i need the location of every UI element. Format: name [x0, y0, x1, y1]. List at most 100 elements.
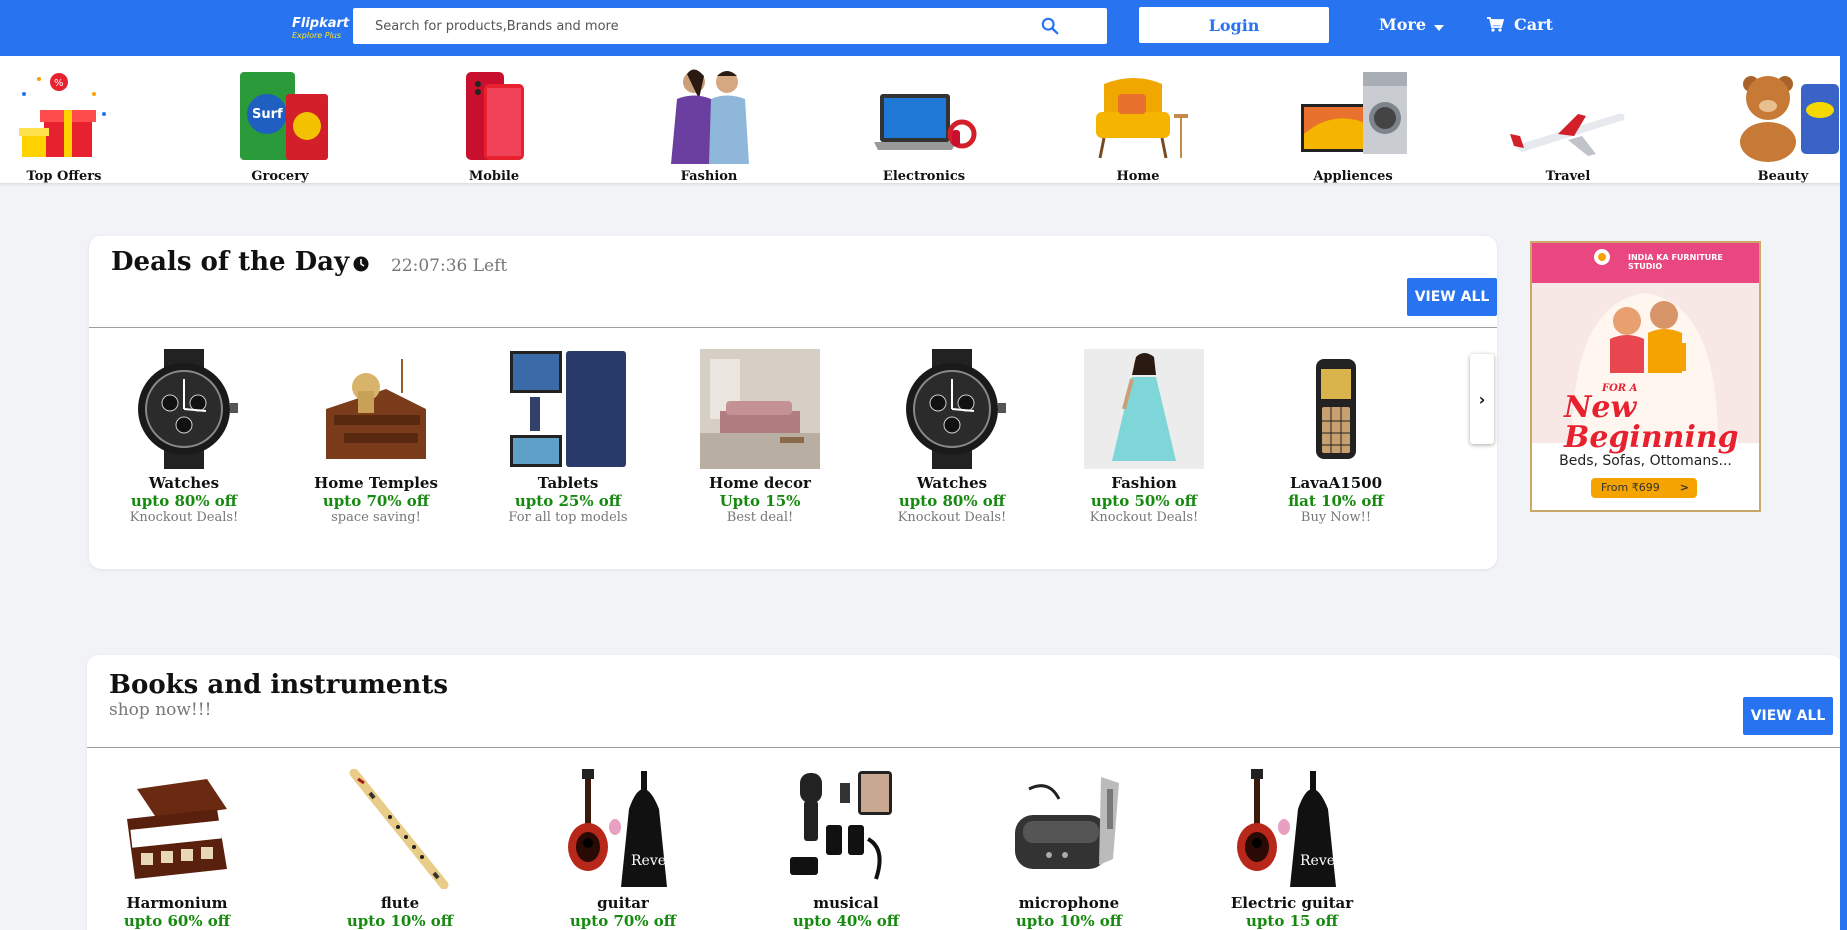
product-name: Fashion	[1111, 474, 1177, 492]
instrument-product-card[interactable]: flute upto 10% off	[325, 769, 475, 930]
category-beauty[interactable]: Beauty	[1713, 64, 1847, 184]
mobile-phone-icon	[434, 64, 554, 164]
category-label: Fashion	[680, 169, 738, 184]
svg-text:Revel: Revel	[1300, 853, 1340, 869]
more-label: More	[1379, 15, 1426, 34]
deals-timer: 22:07:36 Left	[391, 256, 508, 276]
category-label: Travel	[1545, 169, 1591, 184]
more-menu[interactable]: More	[1379, 15, 1444, 34]
product-tagline: space saving!	[331, 510, 421, 525]
svg-text:Surf: Surf	[252, 107, 283, 122]
deal-product-card[interactable]: Watches upto 80% off Knockout Deals!	[109, 349, 259, 525]
laptop-icon	[864, 64, 984, 164]
deal-product-card[interactable]: LavaA1500 flat 10% off Buy Now!!	[1261, 349, 1411, 525]
instrument-product-card[interactable]: Revel guitar upto 70% off	[548, 769, 698, 930]
harmonium-image	[117, 769, 237, 889]
deals-view-all-button[interactable]: VIEW ALL	[1407, 278, 1497, 316]
category-mobile[interactable]: Mobile	[424, 64, 564, 184]
product-discount: upto 10% off	[346, 912, 454, 930]
logo-subtext: Explore Plus	[292, 31, 342, 40]
login-button[interactable]: Login	[1139, 7, 1329, 43]
product-discount: upto 70% off	[569, 912, 677, 930]
product-name: guitar	[597, 894, 649, 912]
product-tagline: Best deal!	[726, 510, 794, 525]
product-name: Home decor	[709, 474, 811, 492]
appliance-icon	[1293, 64, 1413, 164]
fashion-icon	[649, 64, 769, 164]
flipkart-logo[interactable]: Flipkart Explore Plus	[292, 16, 349, 40]
feature-phone-image	[1276, 349, 1396, 469]
product-discount: upto 25% off	[514, 492, 622, 510]
product-discount: upto 40% off	[792, 912, 900, 930]
books-and-instruments-section: Books and instruments shop now!!! VIEW A…	[87, 655, 1842, 930]
cart-link[interactable]: Cart	[1487, 15, 1553, 34]
instrument-product-card[interactable]: microphone upto 10% off	[994, 769, 1144, 930]
product-tagline: Knockout Deals!	[129, 510, 239, 525]
product-discount: flat 10% off	[1288, 492, 1384, 510]
product-name: Watches	[916, 474, 988, 492]
category-bar: % Top Offers Surf Grocery Mobile Fashion…	[0, 56, 1847, 184]
product-discount: upto 15 off	[1246, 912, 1338, 930]
category-label: Beauty	[1757, 169, 1809, 184]
deal-product-card[interactable]: Tablets upto 25% off For all top models	[493, 349, 643, 525]
product-discount: upto 80% off	[130, 492, 238, 510]
ad-price-button[interactable]: From ₹699 >	[1591, 478, 1697, 498]
search-bar	[353, 8, 1107, 44]
product-discount: upto 70% off	[322, 492, 430, 510]
category-travel[interactable]: Travel	[1498, 64, 1638, 184]
page-scrollbar[interactable]	[1840, 0, 1847, 930]
ad-studio-text: INDIA KA FURNITURE STUDIO	[1628, 253, 1723, 271]
search-icon[interactable]	[1041, 17, 1059, 35]
deals-of-the-day-section: Deals of the Day 22:07:36 Left VIEW ALL …	[89, 236, 1497, 569]
books-view-all-button[interactable]: VIEW ALL	[1743, 697, 1833, 735]
cart-icon	[1487, 17, 1505, 32]
instrument-product-card[interactable]: Harmonium upto 60% off	[102, 769, 252, 930]
furniture-ad-banner[interactable]: INDIA KA FURNITURE STUDIO FOR A New Begi…	[1530, 241, 1761, 512]
category-home[interactable]: Home	[1068, 64, 1208, 184]
guitar-image: Revel	[563, 769, 683, 889]
instrument-product-card[interactable]: musical upto 40% off	[771, 769, 921, 930]
svg-text:Revel: Revel	[631, 853, 671, 869]
books-subtitle: shop now!!!	[109, 700, 212, 720]
ad-arrow: >	[1679, 481, 1689, 494]
deal-product-card[interactable]: Home decor Upto 15% Best deal!	[685, 349, 835, 525]
category-label: Appliences	[1313, 169, 1393, 184]
electric-guitar-image: Revel	[1232, 769, 1352, 889]
svg-text:%: %	[54, 78, 64, 89]
product-discount: upto 60% off	[123, 912, 231, 930]
teddy-bear-icon	[1723, 64, 1843, 164]
product-name: flute	[380, 894, 420, 912]
category-fashion[interactable]: Fashion	[639, 64, 779, 184]
ad-description: Beds, Sofas, Ottomans...	[1559, 453, 1732, 469]
books-divider	[87, 747, 1842, 748]
wireless-mic-image	[786, 769, 906, 889]
deal-product-card[interactable]: Fashion upto 50% off Knockout Deals!	[1069, 349, 1219, 525]
microphone-image	[1009, 769, 1129, 889]
logo-text: Flipkart	[292, 16, 350, 31]
product-name: Tablets	[537, 474, 599, 492]
tablet-image	[508, 349, 628, 469]
watch-image	[124, 349, 244, 469]
carousel-next-arrow[interactable]: ›	[1470, 354, 1494, 444]
product-discount: upto 50% off	[1090, 492, 1198, 510]
product-tagline: Knockout Deals!	[1089, 510, 1199, 525]
category-top-offers[interactable]: % Top Offers	[0, 64, 134, 184]
fashion-dress-image	[1084, 349, 1204, 469]
flute-image	[340, 769, 460, 889]
ad-headline: New Beginning	[1564, 390, 1739, 455]
category-appliences[interactable]: Appliences	[1283, 64, 1423, 184]
product-name: Harmonium	[126, 894, 228, 912]
top-header: Flipkart Explore Plus Login More Cart	[0, 0, 1847, 56]
deal-product-card[interactable]: Watches upto 80% off Knockout Deals!	[877, 349, 1027, 525]
deal-product-card[interactable]: Home Temples upto 70% off space saving!	[301, 349, 451, 525]
product-name: Electric guitar	[1230, 894, 1354, 912]
instrument-product-card[interactable]: Revel Electric guitar upto 15 off	[1217, 769, 1367, 930]
deals-title: Deals of the Day	[111, 247, 350, 277]
category-label: Home	[1116, 169, 1160, 184]
category-electronics[interactable]: Electronics	[854, 64, 994, 184]
watch-image	[892, 349, 1012, 469]
search-input[interactable]	[353, 8, 1033, 44]
home-temple-image	[316, 349, 436, 469]
category-grocery[interactable]: Surf Grocery	[210, 64, 350, 184]
product-discount: upto 10% off	[1015, 912, 1123, 930]
